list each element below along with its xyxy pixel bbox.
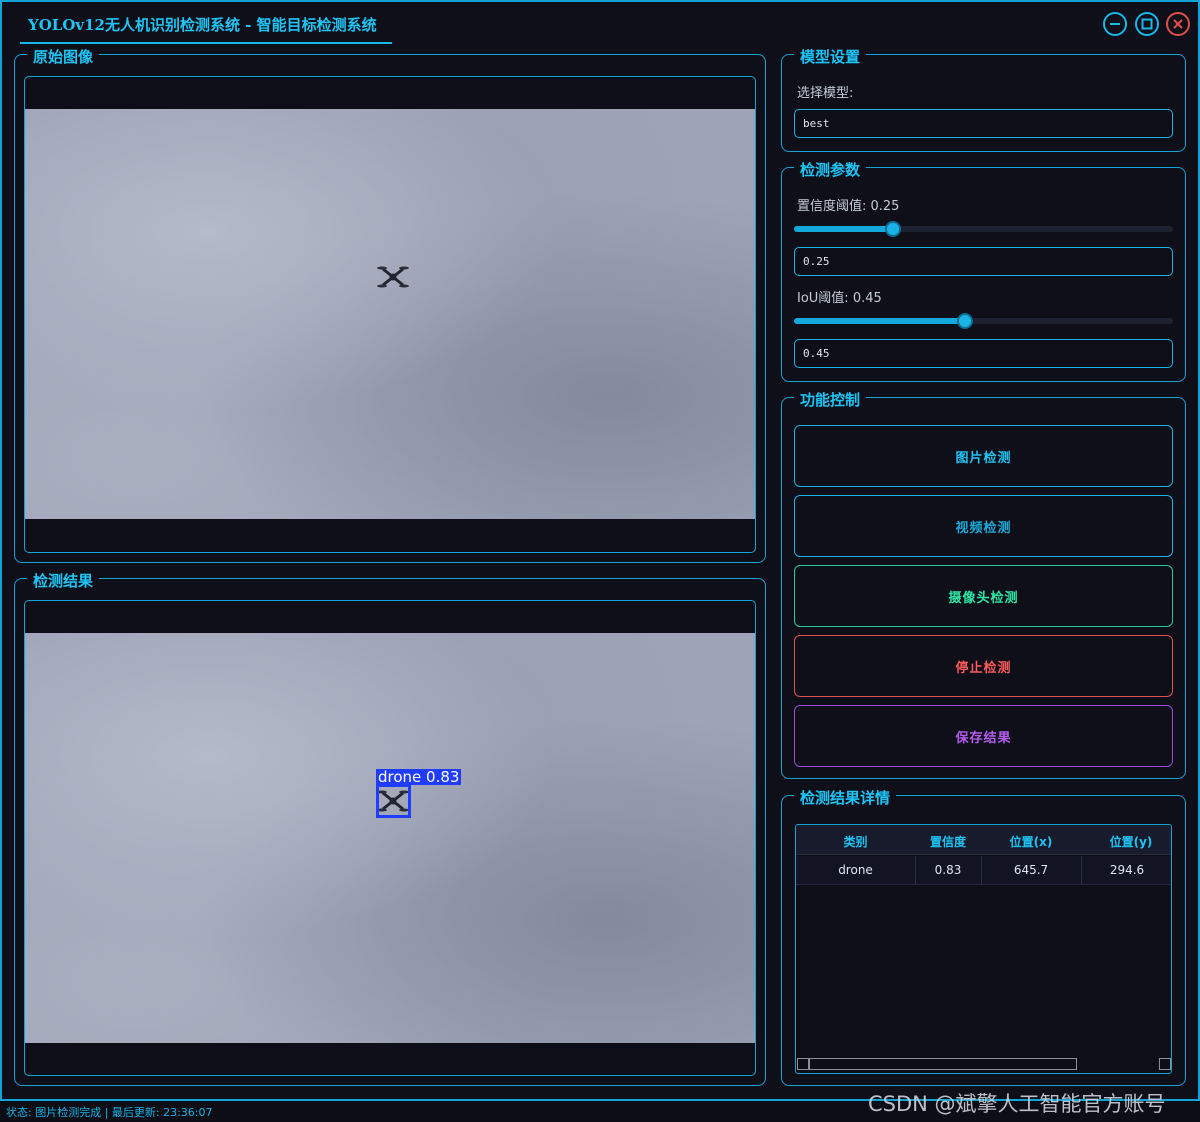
window-title: YOLOv12无人机识别检测系统 - 智能目标检测系统: [28, 16, 377, 34]
iou-slider[interactable]: [794, 313, 1173, 329]
result-details-title: 检测结果详情: [794, 787, 897, 808]
result-sky-image: drone 0.83: [25, 633, 755, 1043]
detection-result-title: 检测结果: [27, 570, 100, 591]
original-image-viewer: [24, 76, 756, 553]
cell-x: 645.7: [1013, 863, 1049, 877]
iou-slider-fill: [794, 318, 965, 324]
detection-params-title: 检测参数: [794, 159, 867, 180]
scroll-left-arrow[interactable]: [797, 1058, 809, 1070]
camera-detect-button[interactable]: 摄像头检测: [794, 565, 1173, 627]
maximize-button[interactable]: [1135, 12, 1159, 36]
column-header-y[interactable]: 位置(y): [1081, 833, 1171, 850]
detection-box: [376, 784, 411, 818]
close-button[interactable]: [1166, 12, 1190, 36]
drone-icon: [377, 266, 409, 288]
iou-label: IoU阈值: 0.45: [797, 291, 882, 306]
minimize-button[interactable]: [1103, 12, 1127, 36]
result-table: 类别 置信度 位置(x) 位置(y) drone 0.83 645.7 294.…: [795, 824, 1172, 1074]
maximize-icon: [1141, 18, 1153, 30]
save-result-button[interactable]: 保存结果: [794, 705, 1173, 767]
horizontal-scrollbar[interactable]: [796, 1058, 1171, 1071]
sky-image: [25, 109, 755, 519]
select-model-label: 选择模型:: [797, 86, 854, 101]
image-detect-button[interactable]: 图片检测: [794, 425, 1173, 487]
result-image-viewer: drone 0.83: [24, 600, 756, 1076]
cell-y: 294.6: [1109, 863, 1145, 877]
minimize-icon: [1110, 23, 1120, 25]
table-header: 类别 置信度 位置(x) 位置(y): [796, 825, 1171, 855]
stop-detect-button[interactable]: 停止检测: [794, 635, 1173, 697]
close-icon: [1173, 19, 1183, 29]
scroll-thumb[interactable]: [809, 1058, 1077, 1070]
detection-label: drone 0.83: [376, 768, 462, 786]
table-row[interactable]: drone 0.83 645.7 294.6: [796, 856, 1171, 885]
model-select[interactable]: best: [794, 109, 1173, 138]
confidence-input[interactable]: 0.25: [794, 247, 1173, 276]
cell-confidence: 0.83: [934, 863, 962, 877]
column-header-x[interactable]: 位置(x): [981, 833, 1081, 850]
iou-slider-handle[interactable]: [957, 313, 973, 329]
title-bar: YOLOv12无人机识别检测系统 - 智能目标检测系统: [2, 2, 1198, 44]
confidence-slider[interactable]: [794, 221, 1173, 237]
video-detect-button[interactable]: 视频检测: [794, 495, 1173, 557]
column-header-confidence[interactable]: 置信度: [915, 833, 981, 850]
column-header-class[interactable]: 类别: [796, 833, 915, 850]
scroll-right-arrow[interactable]: [1159, 1058, 1171, 1070]
status-text: 状态: 图片检测完成 | 最后更新: 23:36:07: [6, 1106, 213, 1119]
model-settings-title: 模型设置: [794, 46, 867, 67]
detected-drone-icon: [377, 790, 409, 812]
confidence-label: 置信度阈值: 0.25: [797, 199, 900, 214]
watermark: CSDN @斌擎人工智能官方账号: [868, 1092, 1166, 1116]
cell-class: drone: [838, 863, 873, 877]
function-control-title: 功能控制: [794, 389, 867, 410]
iou-input[interactable]: 0.45: [794, 339, 1173, 368]
confidence-slider-fill: [794, 226, 894, 232]
confidence-slider-handle[interactable]: [885, 221, 901, 237]
original-image-title: 原始图像: [27, 46, 100, 67]
